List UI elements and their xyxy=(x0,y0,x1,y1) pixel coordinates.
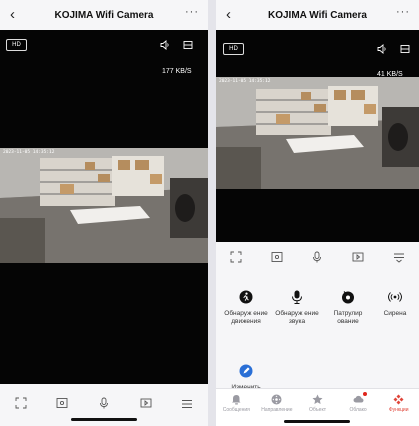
tab-functions[interactable]: Функции xyxy=(378,389,419,426)
more-button[interactable]: ··· xyxy=(185,6,199,18)
feature-label: Обнаруж ение движения xyxy=(224,310,268,325)
speaker-icon[interactable] xyxy=(160,40,170,52)
tab-label: Направление xyxy=(261,407,293,413)
camera-feed-image xyxy=(216,77,419,189)
right-screen: ‹ KOJIMA Wifi Camera ··· HD 41 KB/S 2023… xyxy=(216,0,419,426)
feature-label: Обнаруж ение звука xyxy=(275,310,319,325)
video-view[interactable]: HD 41 KB/S 2023-11-05 14:35:12 xyxy=(216,30,419,242)
timestamp-overlay: 2023-11-05 14:35:12 xyxy=(3,150,55,155)
tab-label: Сообщения xyxy=(222,407,250,413)
motion-detection-icon xyxy=(239,290,253,304)
bell-icon xyxy=(230,393,242,405)
control-bar xyxy=(0,394,208,412)
left-screen: ‹ KOJIMA Wifi Camera ··· HD 177 KB/S 202… xyxy=(0,0,208,426)
screen-divider xyxy=(208,0,216,426)
functions-icon xyxy=(393,393,405,405)
siren-button[interactable]: Сирена xyxy=(371,290,419,318)
back-button[interactable]: ‹ xyxy=(226,6,231,24)
nav-bar: ‹ KOJIMA Wifi Camera ··· xyxy=(0,0,208,30)
sound-detection-icon xyxy=(290,290,304,304)
camera-feed: 2023-11-05 14:35:12 xyxy=(0,148,208,263)
motion-detection-button[interactable]: Обнаруж ение движения xyxy=(222,290,270,326)
siren-icon xyxy=(388,290,402,304)
feature-label: Патрулир ование xyxy=(333,310,363,325)
sound-detection-button[interactable]: Обнаруж ение звука xyxy=(273,290,321,326)
layout-icon[interactable] xyxy=(400,44,410,56)
microphone-icon[interactable] xyxy=(97,396,111,410)
patrol-icon xyxy=(341,290,355,304)
more-button[interactable]: ··· xyxy=(396,6,410,18)
feature-panel: Обнаруж ение движения Обнаруж ение звука… xyxy=(216,276,419,391)
fullscreen-icon[interactable] xyxy=(14,396,28,410)
control-bar xyxy=(216,248,419,266)
record-icon[interactable] xyxy=(139,396,153,410)
tab-label: Облако xyxy=(349,407,367,413)
screenshot-icon[interactable] xyxy=(55,396,69,410)
tab-label: Функции xyxy=(388,407,409,413)
home-indicator[interactable] xyxy=(71,418,137,421)
tab-messages[interactable]: Сообщения xyxy=(216,389,257,426)
menu-icon[interactable] xyxy=(180,396,194,410)
home-indicator[interactable] xyxy=(284,420,350,423)
camera-feed: 2023-11-05 14:35:12 xyxy=(216,77,419,189)
hd-toggle[interactable]: HD xyxy=(223,43,244,55)
direction-icon xyxy=(271,393,283,405)
notification-badge xyxy=(363,392,368,396)
tab-label: Объект xyxy=(308,407,326,413)
back-button[interactable]: ‹ xyxy=(10,6,15,24)
hd-toggle[interactable]: HD xyxy=(6,39,27,51)
cloud-icon xyxy=(352,392,368,405)
video-view[interactable]: HD 177 KB/S 2023-11-05 14:35:12 xyxy=(0,30,208,384)
edit-icon xyxy=(239,364,253,378)
patrol-button[interactable]: Патрулир ование xyxy=(324,290,372,326)
nav-bar: ‹ KOJIMA Wifi Camera ··· xyxy=(216,0,419,30)
fullscreen-icon[interactable] xyxy=(229,250,243,264)
record-icon[interactable] xyxy=(351,250,365,264)
page-title: KOJIMA Wifi Camera xyxy=(267,9,367,21)
layout-icon[interactable] xyxy=(183,40,193,52)
timestamp-overlay: 2023-11-05 14:35:12 xyxy=(219,79,271,84)
collapse-icon[interactable] xyxy=(392,250,406,264)
camera-feed-image xyxy=(0,148,208,263)
star-icon xyxy=(311,393,323,405)
feature-label: Сирена xyxy=(383,310,407,317)
page-title: KOJIMA Wifi Camera xyxy=(54,9,154,21)
bitrate-label: 177 KB/S xyxy=(162,68,192,75)
screenshot-icon[interactable] xyxy=(270,250,284,264)
microphone-icon[interactable] xyxy=(310,250,324,264)
speaker-icon[interactable] xyxy=(377,44,387,56)
